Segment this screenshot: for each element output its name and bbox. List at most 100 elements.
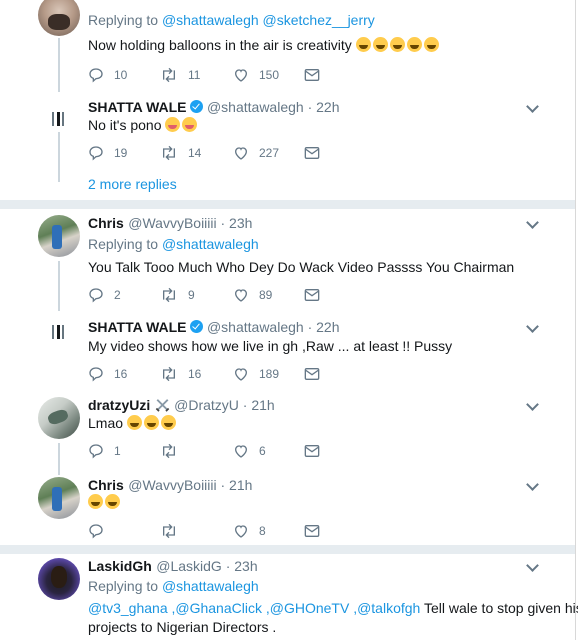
reply-button[interactable]: 16	[88, 365, 127, 383]
reply-mentions[interactable]: @shattawalegh @sketchez__jerry	[162, 12, 375, 28]
conversation-separator	[0, 200, 575, 209]
dm-button[interactable]	[304, 66, 320, 84]
handle-time[interactable]: @shattawalegh · 22h	[207, 319, 340, 335]
avatar[interactable]	[38, 558, 80, 600]
tweet-chris[interactable]: Chris @WavvyBoiiiii · 23h Replying to @s…	[0, 209, 575, 311]
tweet-shatta-pono[interactable]: SHATTA WALE @shattawalegh · 22h No it's …	[0, 92, 575, 182]
tweet-chris-2[interactable]: Chris @WavvyBoiiiii · 21h 8	[0, 469, 575, 545]
chevron-down-icon[interactable]	[526, 478, 539, 491]
retweet-count: 11	[188, 68, 201, 82]
tongue-emoji-icon	[165, 117, 181, 132]
chevron-down-icon[interactable]	[526, 320, 539, 333]
reply-button[interactable]: 1	[88, 442, 121, 460]
retweet-icon	[163, 67, 175, 83]
tweet-thread: Replying to @shattawalegh @sketchez__jer…	[0, 0, 578, 640]
replying-to: Replying to @shattawalegh	[88, 236, 259, 252]
avatar[interactable]	[38, 477, 80, 519]
tweet-shatta-raw[interactable]: SHATTA WALE @shattawalegh · 22h My video…	[0, 311, 575, 391]
reply-mentions[interactable]: @shattawalegh	[162, 578, 259, 594]
tweet-dratzy[interactable]: dratzyUzi @DratzyU · 21h Lmao 1 6	[0, 391, 575, 475]
tweet-header: Chris @WavvyBoiiiii · 23h	[88, 215, 252, 233]
more-replies-link[interactable]: 2 more replies	[88, 176, 177, 192]
display-name[interactable]: SHATTA WALE	[88, 319, 187, 335]
verified-badge-icon	[189, 100, 203, 113]
like-button[interactable]: 227	[233, 144, 279, 162]
avatar[interactable]	[38, 215, 80, 257]
laughing-emoji-icon	[143, 415, 159, 430]
like-button[interactable]: 8	[233, 522, 266, 540]
tweet-balloons[interactable]: Replying to @shattawalegh @sketchez__jer…	[0, 0, 575, 92]
like-count: 89	[259, 288, 273, 302]
handle-time[interactable]: @LaskidG · 23h	[156, 558, 257, 574]
yum-emoji-icon	[182, 117, 198, 132]
dm-button[interactable]	[304, 365, 320, 383]
thread-connector	[58, 132, 60, 182]
column-border	[575, 0, 576, 640]
avatar[interactable]	[38, 0, 80, 36]
retweet-button[interactable]	[160, 442, 188, 460]
display-name[interactable]: LaskidGh	[88, 558, 152, 574]
handle-time[interactable]: @shattawalegh · 22h	[207, 99, 340, 115]
chevron-down-icon[interactable]	[526, 398, 539, 411]
tweet-laskid[interactable]: LaskidGh @LaskidG · 23h Replying to @sha…	[0, 554, 578, 640]
display-name[interactable]: Chris	[88, 477, 124, 493]
dm-icon	[304, 147, 320, 159]
tweet-mentions[interactable]: @tv3_ghana ,@GhanaClick ,@GHOneTV ,@talk…	[88, 600, 420, 616]
like-icon	[234, 525, 248, 538]
like-button[interactable]: 89	[233, 286, 272, 304]
reply-mentions[interactable]: @shattawalegh	[162, 236, 259, 252]
handle-time[interactable]: @WavvyBoiiiii · 21h	[128, 477, 252, 493]
tweet-actions: 19 14 227	[88, 144, 328, 162]
tweet-actions: 10 11 150	[88, 66, 328, 84]
like-count: 8	[259, 524, 266, 538]
tweet-text-line2: projects to Nigerian Directors .	[88, 619, 277, 635]
retweet-button[interactable]: 14	[160, 144, 201, 162]
display-name[interactable]: dratzyUzi	[88, 397, 150, 413]
retweet-icon	[163, 443, 175, 459]
laughing-emoji-icon	[126, 415, 142, 430]
laughing-emoji-icon	[105, 494, 120, 509]
display-name[interactable]: SHATTA WALE	[88, 99, 187, 115]
thread-connector	[58, 261, 60, 311]
dm-button[interactable]	[304, 522, 320, 540]
laughing-emoji-icon	[406, 37, 422, 52]
reply-button[interactable]	[88, 522, 114, 540]
like-icon	[234, 147, 248, 160]
chevron-down-icon[interactable]	[526, 559, 539, 572]
reply-icon	[89, 367, 103, 382]
retweet-button[interactable]: 16	[160, 365, 201, 383]
chevron-down-icon[interactable]	[526, 100, 539, 113]
reply-count: 10	[114, 68, 128, 82]
replying-to: Replying to @shattawalegh @sketchez__jer…	[88, 12, 375, 28]
tweet-text: No it's pono	[88, 117, 199, 133]
laughing-emoji-icon	[88, 494, 103, 509]
like-button[interactable]: 6	[233, 442, 266, 460]
like-count: 6	[259, 444, 266, 458]
dm-button[interactable]	[304, 286, 320, 304]
retweet-button[interactable]: 11	[160, 66, 200, 84]
handle-time[interactable]: @DratzyU · 21h	[174, 397, 275, 413]
handle-time[interactable]: @WavvyBoiiiii · 23h	[128, 215, 252, 231]
retweet-button[interactable]: 9	[160, 286, 195, 304]
tweet-header: LaskidGh @LaskidG · 23h	[88, 558, 258, 576]
like-button[interactable]: 189	[233, 365, 279, 383]
dm-button[interactable]	[304, 442, 320, 460]
display-name[interactable]: Chris	[88, 215, 124, 231]
dm-button[interactable]	[304, 144, 320, 162]
like-icon	[234, 368, 248, 381]
tweet-text: @tv3_ghana ,@GhanaClick ,@GHOneTV ,@talk…	[88, 600, 578, 616]
conversation-separator	[0, 545, 575, 554]
reply-icon	[89, 444, 103, 459]
retweet-count: 14	[188, 146, 202, 160]
avatar[interactable]	[38, 397, 80, 439]
like-button[interactable]: 150	[233, 66, 279, 84]
retweet-button[interactable]	[160, 522, 188, 540]
retweet-icon	[163, 287, 175, 303]
chevron-down-icon[interactable]	[526, 216, 539, 229]
reply-button[interactable]: 19	[88, 144, 127, 162]
retweet-count: 16	[188, 367, 202, 381]
retweet-count: 9	[188, 288, 195, 302]
like-icon	[234, 445, 248, 458]
reply-button[interactable]: 2	[88, 286, 121, 304]
reply-button[interactable]: 10	[88, 66, 127, 84]
